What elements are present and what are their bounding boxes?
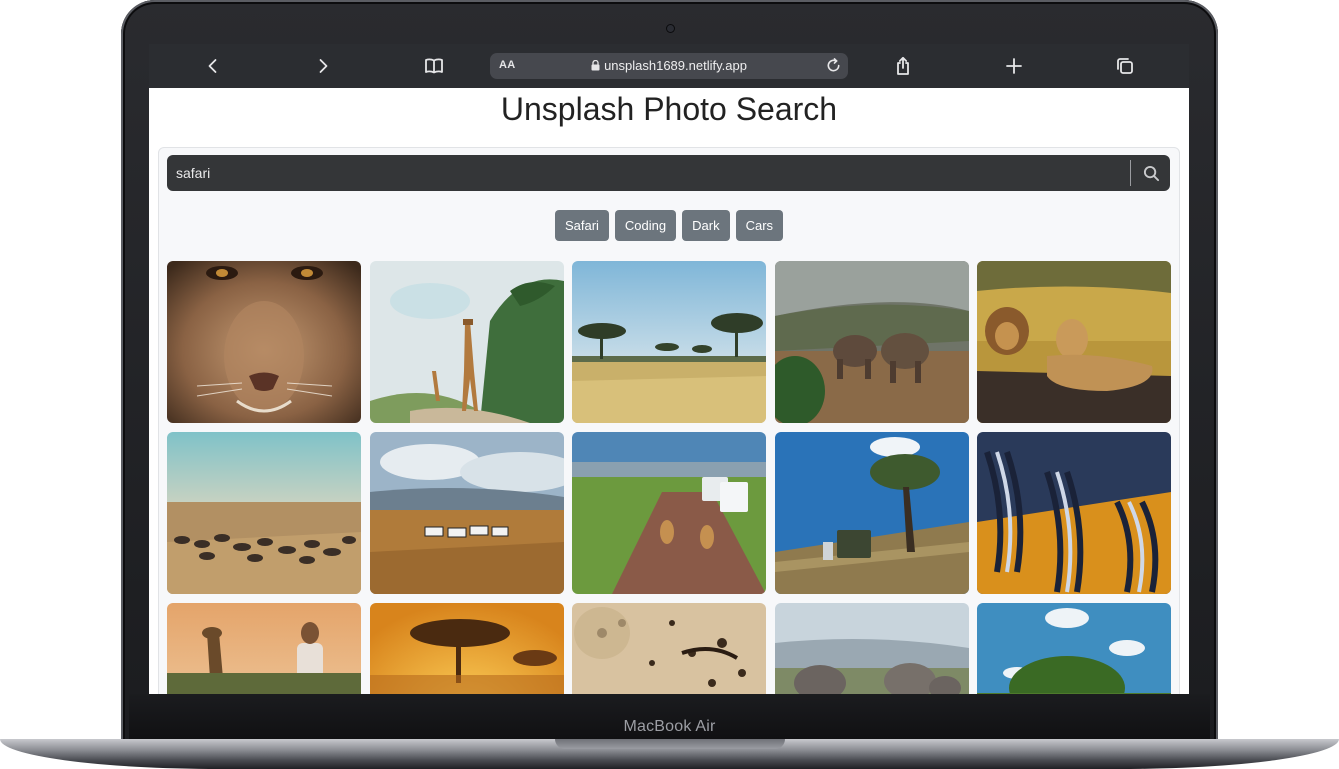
- photo-card[interactable]: [977, 261, 1171, 423]
- back-icon: [208, 59, 217, 73]
- back-button[interactable]: [201, 54, 225, 78]
- photo-grid: [167, 261, 1172, 694]
- lock-icon: [591, 60, 600, 71]
- photo-card[interactable]: [977, 603, 1171, 694]
- acacia-tree-jeep-photo: [774, 432, 969, 594]
- url-text: unsplash1689.netlify.app: [604, 58, 747, 73]
- green-tree-sky-photo: [977, 603, 1171, 694]
- wildebeest-migration-photo: [167, 432, 361, 594]
- photo-card[interactable]: [572, 261, 766, 423]
- photo-card[interactable]: [369, 261, 564, 423]
- savanna-trees-photo: [572, 261, 766, 423]
- photo-card[interactable]: [774, 261, 969, 423]
- elephants-herd-photo: [774, 603, 969, 694]
- reload-button[interactable]: [825, 57, 843, 75]
- new-tab-icon: [1006, 58, 1022, 74]
- search-bar: [167, 155, 1170, 191]
- screen: AA unsplash1689.netlify.app Unsplash Pho…: [149, 44, 1189, 694]
- photo-card[interactable]: [774, 432, 969, 594]
- photo-card[interactable]: [774, 603, 969, 694]
- search-input[interactable]: [167, 155, 1127, 191]
- page-title: Unsplash Photo Search: [500, 91, 838, 127]
- chip-cars[interactable]: Cars: [735, 210, 784, 241]
- chip-safari[interactable]: Safari: [554, 210, 609, 241]
- suggestion-chips: Safari Coding Dark Cars: [159, 210, 1179, 241]
- bookmarks-button[interactable]: [422, 54, 446, 78]
- address-bar[interactable]: AA unsplash1689.netlify.app: [490, 53, 848, 79]
- photo-card[interactable]: [167, 261, 361, 423]
- laptop-notch: [555, 739, 785, 749]
- device-label: MacBook Air: [623, 718, 716, 735]
- golden-acacia-photo: [369, 603, 564, 694]
- photo-card[interactable]: [369, 603, 564, 694]
- cheetah-sleeping-photo: [572, 603, 766, 694]
- tabs-icon: [1117, 58, 1133, 74]
- search-button[interactable]: [1138, 161, 1164, 185]
- tabs-button[interactable]: [1113, 54, 1137, 78]
- share-button[interactable]: [891, 54, 915, 78]
- lions-resting-photo: [977, 261, 1171, 423]
- giraffe-woman-sunset-photo: [167, 603, 361, 694]
- address-text-wrap: unsplash1689.netlify.app: [490, 58, 848, 73]
- photo-card[interactable]: [167, 603, 361, 694]
- photo-card[interactable]: [572, 603, 766, 694]
- chip-coding[interactable]: Coding: [614, 210, 677, 241]
- photo-card[interactable]: [572, 432, 766, 594]
- photo-card[interactable]: [167, 432, 361, 594]
- forward-button[interactable]: [311, 54, 335, 78]
- camera-icon: [667, 25, 674, 32]
- giraffes-photo: [369, 261, 564, 423]
- chip-dark[interactable]: Dark: [682, 210, 730, 241]
- reload-icon: [827, 58, 840, 72]
- search-divider: [1130, 160, 1131, 186]
- lion-face-photo: [167, 261, 361, 423]
- browser-toolbar: AA unsplash1689.netlify.app: [149, 44, 1189, 88]
- lions-road-jeeps-photo: [572, 432, 766, 594]
- search-icon: [1143, 165, 1159, 181]
- new-tab-button[interactable]: [1002, 54, 1026, 78]
- photo-card[interactable]: [369, 432, 564, 594]
- search-card: Safari Coding Dark Cars: [158, 147, 1180, 694]
- elephants-fighting-photo: [774, 261, 969, 423]
- zebras-closeup-photo: [977, 432, 1171, 594]
- share-icon: [897, 56, 909, 75]
- forward-icon: [319, 59, 328, 73]
- photo-card[interactable]: [977, 432, 1171, 594]
- bookmarks-icon: [425, 58, 443, 74]
- zebras-plains-photo: [369, 432, 564, 594]
